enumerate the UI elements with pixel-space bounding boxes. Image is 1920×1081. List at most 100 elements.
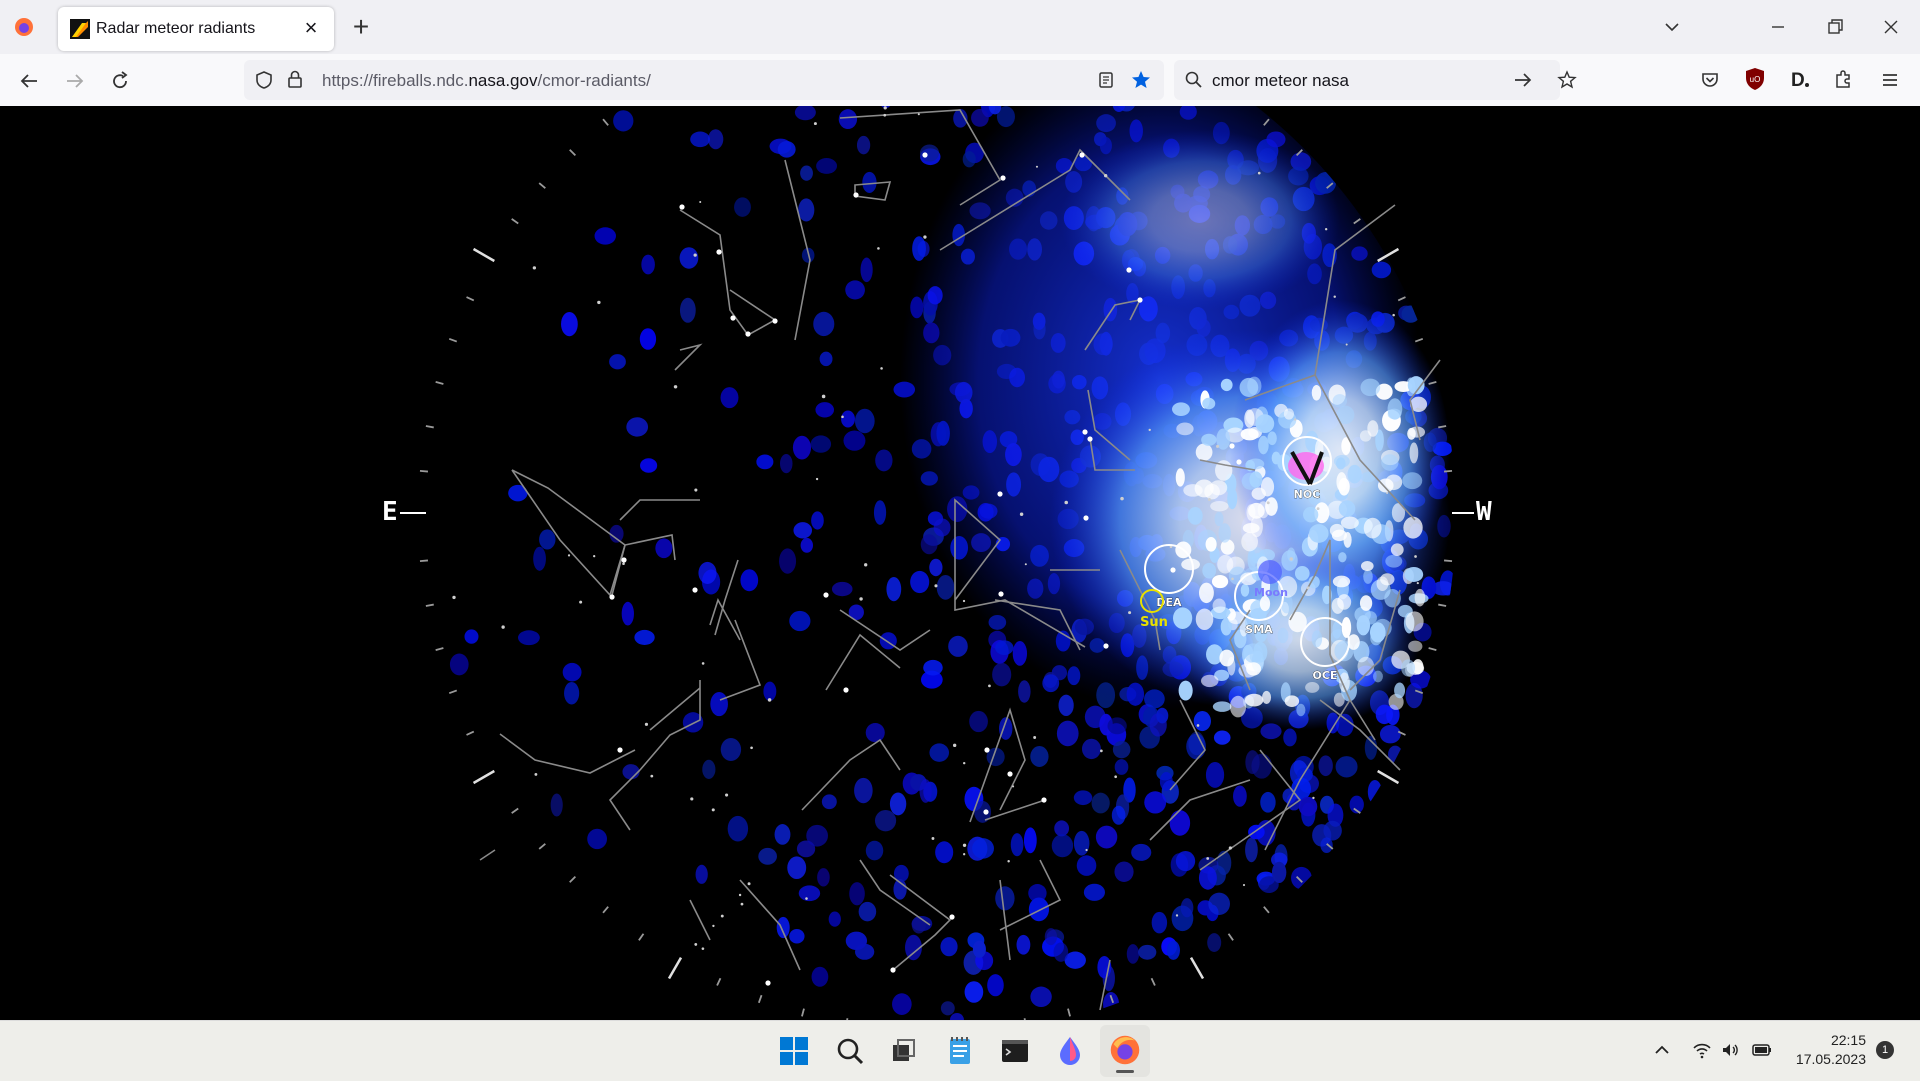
- density-blob: [1233, 785, 1247, 807]
- density-blob: [740, 569, 759, 592]
- star: [984, 747, 990, 753]
- radiant-label: NOC: [1294, 488, 1321, 501]
- battery-icon[interactable]: [1751, 1041, 1773, 1059]
- windows-start-icon[interactable]: [774, 1031, 814, 1071]
- density-blob: [936, 574, 955, 600]
- wifi-icon[interactable]: [1692, 1040, 1712, 1060]
- hot-radiant-blob: [1204, 483, 1220, 500]
- pocket-icon[interactable]: [1699, 69, 1721, 91]
- hot-radiant-blob: [1364, 611, 1377, 625]
- chevron-up-icon[interactable]: [1653, 1041, 1671, 1059]
- hot-radiant-blob: [1414, 588, 1426, 607]
- close-icon[interactable]: ×: [298, 15, 324, 41]
- reader-view-icon[interactable]: [1096, 70, 1116, 90]
- density-blob: [1111, 805, 1126, 825]
- search-icon[interactable]: [830, 1031, 870, 1071]
- volume-icon[interactable]: [1720, 1040, 1740, 1060]
- density-blob: [1298, 796, 1318, 817]
- horizon-tick: [511, 218, 519, 225]
- lock-icon[interactable]: [286, 69, 304, 89]
- hot-radiant-blob: [1332, 394, 1348, 408]
- density-blob: [1138, 944, 1157, 960]
- firefox-taskbar-button[interactable]: [1100, 1025, 1150, 1077]
- star: [1103, 173, 1108, 178]
- notification-badge[interactable]: 1: [1876, 1041, 1894, 1059]
- shield-icon[interactable]: [254, 70, 274, 90]
- puzzle-icon[interactable]: [1833, 68, 1855, 90]
- d-icon[interactable]: D: [1788, 68, 1810, 90]
- density-blob: [841, 410, 855, 428]
- horizon-tick: [1428, 647, 1437, 651]
- star: [1196, 724, 1200, 727]
- hot-radiant-blob: [1258, 435, 1269, 455]
- density-blob: [929, 743, 950, 762]
- star: [1175, 914, 1179, 917]
- horizon-tick: [425, 603, 434, 607]
- search-bar[interactable]: cmor meteor nasa: [1174, 60, 1560, 100]
- density-blob: [811, 966, 829, 987]
- star: [701, 662, 705, 665]
- browser-chrome: Radar meteor radiants × + https://fireba…: [0, 0, 1920, 107]
- star: [1229, 443, 1235, 449]
- star: [738, 893, 742, 897]
- back-arrow-icon[interactable]: [18, 70, 40, 92]
- tab-radar-meteor-radiants[interactable]: Radar meteor radiants ×: [58, 7, 334, 51]
- firefox-icon[interactable]: [14, 17, 34, 37]
- density-blob: [1023, 827, 1037, 854]
- density-blob: [518, 630, 540, 646]
- star-icon[interactable]: [1130, 69, 1152, 91]
- hot-radiant-blob: [1403, 516, 1423, 539]
- star: [877, 247, 880, 250]
- menu-icon[interactable]: [1879, 69, 1901, 91]
- hot-radiant-blob: [1336, 472, 1347, 492]
- arrow-right-icon[interactable]: [1512, 70, 1534, 90]
- density-blob: [727, 815, 749, 842]
- radiant-label: SMA: [1245, 623, 1273, 636]
- notepad-icon[interactable]: [940, 1031, 980, 1071]
- close-window-icon[interactable]: [1881, 17, 1901, 37]
- search-input[interactable]: cmor meteor nasa: [1212, 71, 1349, 91]
- density-blob: [1044, 928, 1058, 946]
- plus-icon[interactable]: +: [346, 13, 376, 44]
- star: [750, 746, 753, 750]
- density-blob: [1291, 777, 1312, 800]
- chevron-down-icon[interactable]: [1662, 17, 1682, 37]
- density-blob: [815, 402, 835, 418]
- density-blob: [690, 131, 710, 148]
- density-blob: [972, 838, 994, 859]
- star: [1024, 563, 1027, 566]
- hot-radiant-blob: [1244, 693, 1264, 707]
- star: [983, 809, 989, 815]
- app-drop-icon[interactable]: [1050, 1031, 1090, 1071]
- density-blob: [810, 435, 832, 453]
- ublock-icon[interactable]: uO: [1744, 67, 1766, 91]
- minimize-icon[interactable]: [1768, 17, 1788, 37]
- density-blob: [464, 629, 479, 644]
- restore-icon[interactable]: [1825, 17, 1845, 37]
- density-blob: [792, 435, 812, 460]
- radiant-density-layer: [449, 106, 1456, 1020]
- reload-icon[interactable]: [109, 70, 131, 92]
- hot-radiant-blob: [1311, 384, 1322, 401]
- hot-radiant-blob: [1360, 560, 1374, 572]
- density-blob: [1208, 892, 1230, 916]
- forward-arrow-icon[interactable]: [64, 70, 86, 92]
- terminal-icon[interactable]: [995, 1031, 1035, 1071]
- clock[interactable]: 22:15 17.05.2023: [1796, 1031, 1866, 1069]
- hot-radiant-blob: [1332, 575, 1351, 588]
- star: [917, 113, 920, 116]
- hot-radiant-blob: [1210, 501, 1229, 512]
- extension-pin-icon[interactable]: [1556, 69, 1578, 91]
- star: [963, 761, 966, 765]
- sky-map[interactable]: NOCDEASMAOCESunMoon: [0, 106, 1920, 1020]
- star: [1079, 152, 1085, 158]
- task-view-icon[interactable]: [884, 1031, 924, 1071]
- density-blob: [621, 601, 634, 626]
- url-text[interactable]: https://fireballs.ndc.nasa.gov/cmor-radi…: [322, 71, 651, 91]
- horizon-tick: [425, 425, 434, 429]
- star: [1207, 498, 1211, 502]
- density-blob: [758, 847, 777, 865]
- address-bar[interactable]: https://fireballs.ndc.nasa.gov/cmor-radi…: [244, 60, 1164, 100]
- hot-radiant-blob: [1205, 536, 1217, 552]
- horizon-tick: [1227, 933, 1234, 941]
